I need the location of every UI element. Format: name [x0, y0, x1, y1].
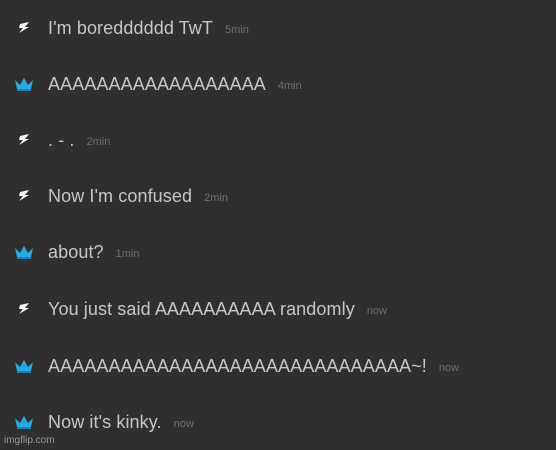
- chat-message: AAAAAAAAAAAAAAAAAAAAAAAAAAAAAA~! now: [0, 338, 556, 394]
- watermark: imgflip.com: [4, 435, 55, 446]
- bolt-icon: [0, 133, 48, 147]
- message-text: Now I'm confused: [48, 185, 193, 206]
- chat-message: Now it's kinky. now: [0, 394, 556, 450]
- chat-log: I'm boredddddd TwT 5min AAAAAAAAAAAAAAAA…: [0, 0, 556, 449]
- message-text: AAAAAAAAAAAAAAAAAAAAAAAAAAAAAA~!: [48, 355, 427, 376]
- message-text: about?: [48, 241, 104, 262]
- chat-message: Now I'm confused 2min: [0, 168, 556, 224]
- chat-message: about? 1min: [0, 224, 556, 280]
- message-time: now: [173, 418, 194, 430]
- bolt-icon: [0, 189, 48, 203]
- crown-icon: [0, 244, 48, 260]
- message-text: I'm boredddddd TwT: [48, 17, 213, 38]
- message-time: 5min: [225, 24, 249, 36]
- message-time: now: [366, 305, 387, 317]
- crown-icon: [0, 414, 48, 430]
- message-time: 2min: [86, 136, 111, 148]
- chat-message: I'm boredddddd TwT 5min: [0, 0, 556, 56]
- bolt-icon: [0, 302, 48, 316]
- chat-message: AAAAAAAAAAAAAAAAAA 4min: [0, 56, 556, 112]
- chat-message: You just said AAAAAAAAAA randomly now: [0, 281, 556, 337]
- message-time: 1min: [115, 248, 140, 260]
- crown-icon: [0, 76, 48, 92]
- message-time: 4min: [277, 80, 302, 92]
- message-time: now: [438, 362, 460, 374]
- message-text: AAAAAAAAAAAAAAAAAA: [48, 73, 266, 94]
- bolt-icon: [0, 21, 48, 35]
- crown-icon: [0, 358, 48, 374]
- chat-message: . - . 2min: [0, 112, 556, 168]
- message-time: 2min: [204, 192, 228, 204]
- message-text: You just said AAAAAAAAAA randomly: [48, 298, 355, 319]
- message-text: Now it's kinky.: [48, 411, 162, 432]
- message-text: . - .: [48, 129, 75, 150]
